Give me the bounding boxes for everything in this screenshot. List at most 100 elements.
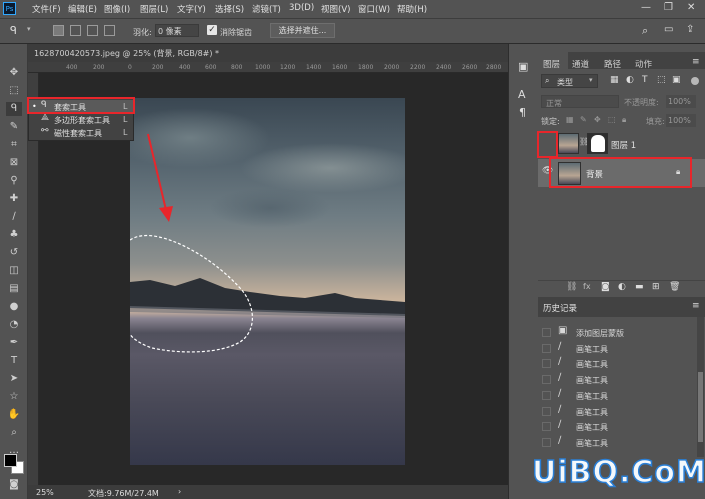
brush-tool-icon[interactable]: ∕: [6, 210, 22, 224]
add-selection-icon[interactable]: [70, 25, 81, 36]
filter-kind-select[interactable]: ⌕ 类型 ▾: [541, 74, 598, 88]
hand-tool-icon[interactable]: ✋: [6, 408, 22, 422]
filter-shape-icon[interactable]: ⬚: [657, 75, 666, 85]
history-brush-icon[interactable]: ↺: [6, 246, 22, 260]
subtract-selection-icon[interactable]: [87, 25, 98, 36]
pen-tool-icon[interactable]: ✒: [6, 336, 22, 350]
history-item[interactable]: ∕ 画笔工具: [538, 356, 696, 372]
layer-row[interactable]: ⛓ 图层 1: [538, 131, 705, 159]
fill-input[interactable]: 100%: [666, 114, 696, 127]
menu-window[interactable]: 窗口(W): [358, 3, 390, 15]
foreground-color-swatch[interactable]: [4, 454, 17, 467]
new-selection-icon[interactable]: [53, 25, 64, 36]
history-checkbox[interactable]: [542, 328, 551, 337]
lasso-preset-icon[interactable]: ᑫ: [10, 24, 17, 37]
history-checkbox[interactable]: [542, 375, 551, 385]
flyout-polygonal-lasso-tool[interactable]: ⟁ 多边形套索工具 L: [29, 113, 133, 126]
chevron-down-icon[interactable]: ▾: [27, 25, 31, 33]
history-checkbox[interactable]: [542, 343, 551, 353]
lock-image-icon[interactable]: ✎: [580, 115, 587, 124]
search-icon[interactable]: ⌕: [642, 24, 648, 38]
marquee-tool-icon[interactable]: ⬚: [6, 84, 22, 98]
stamp-tool-icon[interactable]: ♣: [6, 228, 22, 242]
filter-type-icon[interactable]: T: [642, 75, 648, 85]
healing-brush-icon[interactable]: ✚: [6, 192, 22, 206]
chevron-right-icon[interactable]: ›: [178, 487, 181, 496]
history-checkbox[interactable]: [542, 437, 551, 447]
delete-layer-icon[interactable]: 🗑︎: [669, 282, 680, 292]
layer-name[interactable]: 图层 1: [611, 139, 636, 151]
blend-mode-select[interactable]: 正常: [541, 95, 619, 108]
tab-channels[interactable]: 通道: [572, 58, 589, 70]
menu-help[interactable]: 帮助(H): [397, 3, 427, 15]
shape-tool-icon[interactable]: ☆: [6, 390, 22, 404]
paragraph-icon[interactable]: ¶: [519, 106, 526, 119]
history-scrollbar[interactable]: [697, 317, 704, 457]
filter-smart-icon[interactable]: ▣: [672, 75, 681, 85]
quick-select-tool-icon[interactable]: ✎: [6, 120, 22, 134]
eyedropper-tool-icon[interactable]: ⚲: [6, 174, 22, 188]
menu-3d[interactable]: 3D(D): [289, 3, 314, 13]
menu-image[interactable]: 图像(I): [104, 3, 130, 15]
character-icon[interactable]: A: [518, 88, 526, 101]
link-layers-icon[interactable]: ⛓: [566, 282, 577, 292]
menu-filter[interactable]: 滤镜(T): [252, 3, 281, 15]
history-item[interactable]: ∕ 画笔工具: [538, 372, 696, 388]
document-info[interactable]: 文档:9.76M/27.4M: [88, 488, 159, 499]
lock-all-icon[interactable]: 🔒︎: [622, 115, 626, 125]
minimize-icon[interactable]: —: [641, 2, 651, 13]
tab-paths[interactable]: 路径: [604, 58, 621, 70]
new-group-icon[interactable]: ▬: [635, 282, 644, 292]
gradient-tool-icon[interactable]: ▤: [6, 282, 22, 296]
intersect-selection-icon[interactable]: [104, 25, 115, 36]
history-checkbox[interactable]: [542, 406, 551, 416]
frame-tool-icon[interactable]: ⊠: [6, 156, 22, 170]
history-checkbox[interactable]: [542, 422, 551, 432]
document-tab[interactable]: 1628700420573.jpeg @ 25% (背景, RGB/8#) *: [34, 48, 219, 59]
crop-tool-icon[interactable]: ⌗: [6, 138, 22, 152]
history-item[interactable]: ∕ 画笔工具: [538, 435, 696, 451]
flyout-magnetic-lasso-tool[interactable]: ⚯ 磁性套索工具 L: [29, 126, 133, 139]
menu-select[interactable]: 选择(S): [215, 3, 244, 15]
menu-view[interactable]: 视图(V): [321, 3, 350, 15]
lock-position-icon[interactable]: ✥: [594, 115, 601, 124]
history-checkbox[interactable]: [542, 359, 551, 369]
filter-adjust-icon[interactable]: ◐: [626, 75, 634, 85]
dodge-tool-icon[interactable]: ◔: [6, 318, 22, 332]
filter-pixel-icon[interactable]: ▦: [610, 75, 619, 85]
move-tool-icon[interactable]: ✥: [6, 66, 22, 80]
menu-layer[interactable]: 图层(L): [140, 3, 168, 15]
path-select-icon[interactable]: ➤: [6, 372, 22, 386]
history-item[interactable]: ∕ 画笔工具: [538, 341, 696, 357]
properties-icon[interactable]: ▣: [518, 60, 528, 73]
opacity-input[interactable]: 100%: [666, 95, 696, 108]
history-checkbox[interactable]: [542, 390, 551, 400]
history-item[interactable]: ∕ 画笔工具: [538, 419, 696, 435]
lasso-tool-icon[interactable]: ᑫ: [6, 102, 22, 116]
layer-mask-thumbnail[interactable]: [587, 133, 608, 154]
filter-toggle[interactable]: [691, 77, 699, 85]
panel-menu-icon[interactable]: ≡: [692, 301, 700, 311]
fx-icon[interactable]: fx: [583, 282, 591, 291]
select-and-mask-button[interactable]: 选择并遮住...: [270, 23, 335, 38]
blur-tool-icon[interactable]: ●: [6, 300, 22, 314]
menu-edit[interactable]: 编辑(E): [68, 3, 97, 15]
quick-mask-icon[interactable]: ◙: [6, 478, 22, 492]
adjustment-layer-icon[interactable]: ◐: [618, 282, 626, 292]
tab-layers[interactable]: 图层: [543, 58, 560, 70]
history-item[interactable]: ▣ 添加图层蒙版: [538, 325, 696, 341]
zoom-tool-icon[interactable]: ⌕: [6, 426, 22, 440]
lock-artboard-icon[interactable]: ⬚: [608, 115, 616, 124]
tab-actions[interactable]: 动作: [635, 58, 652, 70]
new-layer-icon[interactable]: ⊞: [652, 282, 660, 292]
history-item[interactable]: ∕ 画笔工具: [538, 404, 696, 420]
scrollbar-thumb[interactable]: [698, 372, 703, 442]
antialias-checkbox[interactable]: ✓: [207, 25, 217, 35]
restore-icon[interactable]: ❐: [664, 2, 673, 13]
lock-transparent-icon[interactable]: ▦: [566, 115, 574, 124]
close-icon[interactable]: ✕: [687, 2, 695, 13]
history-item[interactable]: ∕ 画笔工具: [538, 388, 696, 404]
panel-menu-icon[interactable]: ≡: [692, 57, 700, 67]
workspace-icon[interactable]: ▭: [664, 24, 673, 35]
zoom-level[interactable]: 25%: [36, 488, 54, 497]
